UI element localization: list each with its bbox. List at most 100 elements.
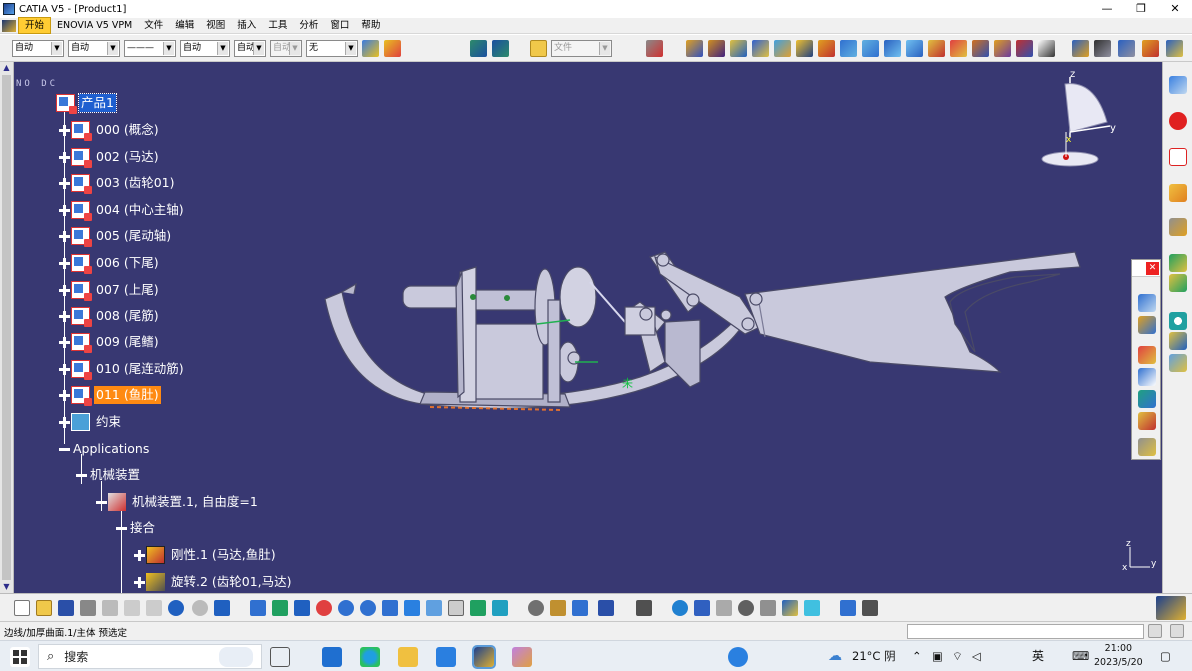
axis-icon[interactable] [1038, 40, 1055, 57]
measure-2-icon[interactable] [760, 600, 776, 616]
compass[interactable] [1041, 77, 1111, 167]
view-mode-icon[interactable] [448, 600, 464, 616]
fit-all-icon[interactable] [272, 600, 288, 616]
tree-scrollbar[interactable]: ▲ ▼ [0, 62, 14, 593]
tree-item-constraints[interactable]: 约束 [59, 412, 123, 432]
fly-icon[interactable] [250, 600, 266, 616]
floating-toolbar[interactable]: ✕ [1131, 259, 1161, 460]
constraint-7-icon[interactable] [972, 40, 989, 57]
tree-root[interactable]: 产品1 [56, 93, 117, 114]
expand-icon[interactable] [59, 177, 70, 189]
constraint-8-icon[interactable] [994, 40, 1011, 57]
expand-icon[interactable] [59, 230, 70, 242]
assembly-tool-6-icon[interactable] [796, 40, 813, 57]
close-icon[interactable]: ✕ [1146, 262, 1159, 275]
tree-item-007[interactable]: 007 (上尾) [59, 280, 161, 301]
expand-icon[interactable] [59, 284, 70, 296]
collapse-icon[interactable] [76, 470, 87, 481]
measure-icon[interactable] [738, 600, 754, 616]
minimize-button[interactable]: — [1090, 0, 1124, 18]
close-button[interactable]: ✕ [1158, 0, 1192, 18]
select-icon[interactable] [1169, 184, 1187, 202]
kingsoft-icon[interactable] [436, 647, 456, 667]
point-symbol-combo[interactable]: 自动 ▼ [234, 40, 266, 57]
ime-button[interactable]: 英 [1032, 641, 1044, 671]
expand-icon[interactable] [59, 310, 70, 322]
clock[interactable]: 21:00 2023/5/20 [1094, 642, 1143, 670]
expand-icon[interactable] [59, 416, 70, 428]
joint-7-icon[interactable] [1138, 438, 1156, 456]
new-icon[interactable] [14, 600, 30, 616]
tree-item-label[interactable]: 003 (齿轮01) [94, 174, 177, 192]
menu-help[interactable]: 帮助 [355, 18, 386, 33]
simulation-icon[interactable] [1169, 312, 1187, 330]
expand-icon[interactable] [134, 549, 145, 561]
taskbar-search[interactable]: ⌕ 搜索 [38, 644, 262, 669]
analysis-4-icon[interactable] [1142, 40, 1159, 57]
catia-task-icon[interactable] [472, 645, 496, 669]
menu-tools[interactable]: 工具 [262, 18, 293, 33]
tree-item-label[interactable]: Applications [71, 440, 151, 458]
cut-icon[interactable] [102, 600, 118, 616]
kinematics-1-icon[interactable] [1169, 254, 1187, 272]
paint-icon[interactable] [512, 647, 532, 667]
restore-button[interactable]: ❐ [1124, 0, 1158, 18]
painter-icon[interactable] [362, 40, 379, 57]
status-button-1[interactable] [1148, 624, 1162, 638]
filter-2-icon[interactable] [492, 40, 509, 57]
exit-icon[interactable] [862, 600, 878, 616]
command-input[interactable] [907, 624, 1144, 639]
tree-item-label-selected[interactable]: 011 (鱼肚) [94, 386, 161, 404]
tree-item-010[interactable]: 010 (尾连动筋) [59, 359, 186, 380]
measure-3-icon[interactable] [782, 600, 798, 616]
menu-view[interactable]: 视图 [200, 18, 231, 33]
paste-icon[interactable] [146, 600, 162, 616]
tree-item-009[interactable]: 009 (尾鳍) [59, 332, 161, 353]
tray-apps-icon[interactable]: ▣ [932, 641, 943, 671]
constraint-6-icon[interactable] [950, 40, 967, 57]
assembly-tool-3-icon[interactable] [730, 40, 747, 57]
joint-1-icon[interactable] [1138, 294, 1156, 312]
rotate-icon[interactable] [316, 600, 332, 616]
joint-3-icon[interactable] [1138, 346, 1156, 364]
menu-edit[interactable]: 编辑 [169, 18, 200, 33]
thickness-combo[interactable]: 自动 ▼ [180, 40, 230, 57]
fish-model[interactable]: 未 [324, 251, 1081, 411]
zoom-in-icon[interactable] [338, 600, 354, 616]
menu-start[interactable]: 开始 [18, 17, 52, 34]
swap-space-icon[interactable] [492, 600, 508, 616]
3d-viewport[interactable]: z y x 未 z y x [0, 62, 1162, 593]
tree-item-000[interactable]: 000 (概念) [59, 120, 161, 141]
undo-icon[interactable] [168, 600, 184, 616]
scroll-up-icon[interactable]: ▲ [0, 62, 13, 74]
task-view-icon[interactable] [270, 647, 290, 667]
kinematics-3-icon[interactable] [1169, 332, 1187, 350]
constraint-1-icon[interactable] [840, 40, 857, 57]
measure-4-icon[interactable] [804, 600, 820, 616]
joint-6-icon[interactable] [1138, 412, 1156, 430]
tree-item-label[interactable]: 000 (概念) [94, 121, 161, 139]
tree-item-applications[interactable]: Applications [59, 439, 151, 459]
joint-5-icon[interactable] [1138, 390, 1156, 408]
tree-item-label[interactable]: 刚性.1 (马达,鱼肚) [169, 546, 278, 564]
mech-3-icon[interactable] [572, 600, 588, 616]
expand-icon[interactable] [59, 336, 70, 348]
assembly-tool-4-icon[interactable] [752, 40, 769, 57]
normal-view-icon[interactable] [382, 600, 398, 616]
step-forward-icon[interactable] [716, 600, 732, 616]
model-canvas[interactable]: z y x 未 z y x [0, 62, 1162, 593]
analysis-5-icon[interactable] [1166, 40, 1183, 57]
filter-icon[interactable] [470, 40, 487, 57]
notification-icon[interactable]: ▢ [1160, 641, 1171, 671]
assembly-tool-2-icon[interactable] [708, 40, 725, 57]
tree-item-label[interactable]: 007 (上尾) [94, 281, 161, 299]
tree-item-002[interactable]: 002 (马达) [59, 147, 161, 168]
step-back-icon[interactable] [694, 600, 710, 616]
tree-item-label[interactable]: 009 (尾鳍) [94, 333, 161, 351]
transparency-combo[interactable]: 自动 ▼ [68, 40, 120, 57]
expand-icon[interactable] [59, 257, 70, 269]
pdf-icon[interactable] [1169, 148, 1187, 166]
tree-item-label[interactable]: 约束 [94, 413, 123, 431]
tree-item-004[interactable]: 004 (中心主轴) [59, 200, 186, 221]
workbench-icon[interactable] [1169, 76, 1187, 94]
